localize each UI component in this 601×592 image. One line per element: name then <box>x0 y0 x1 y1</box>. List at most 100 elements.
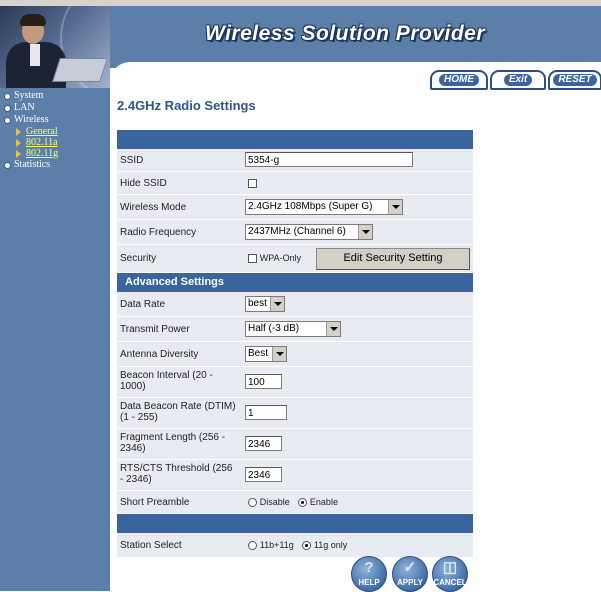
wpa-only-checkbox[interactable] <box>248 253 257 263</box>
bullet-icon <box>4 162 11 169</box>
sidebar-item-label: System <box>14 90 44 101</box>
transmit-power-select[interactable]: Half (-3 dB) <box>245 321 341 337</box>
antenna-diversity-label: Antenna Diversity <box>120 349 199 360</box>
data-rate-row: Data Rate best <box>117 292 473 317</box>
check-icon: ✓ <box>403 559 417 576</box>
apply-button[interactable]: ✓ APPLY <box>392 556 428 592</box>
transmit-power-value: Half (-3 dB) <box>248 323 300 334</box>
beacon-interval-label-line2: 1000) <box>120 381 146 392</box>
rts-threshold-row: RTS/CTS Threshold (256 - 2346) 2346 <box>117 460 473 491</box>
station-select-row: Station Select 11b+11g 11g only <box>117 533 473 558</box>
exit-tab[interactable]: Exit <box>490 70 546 90</box>
rts-threshold-input[interactable]: 2346 <box>245 467 282 482</box>
preamble-enable-radio[interactable] <box>298 497 308 507</box>
sidebar-link-80211g[interactable]: 802.11g <box>26 148 58 159</box>
ssid-label: SSID <box>120 155 144 166</box>
sidebar-item-label: Statistics <box>14 159 51 170</box>
fragment-length-label-line1: Fragment Length (256 - <box>120 432 226 443</box>
beacon-interval-label-line1: Beacon Interval (20 - <box>120 370 213 381</box>
sidebar-item-system[interactable]: System <box>0 90 110 102</box>
station-11g-only-label: 11g only <box>313 540 348 550</box>
wireless-mode-label: Wireless Mode <box>120 202 187 213</box>
chevron-down-icon <box>272 347 286 361</box>
cancel-button[interactable]: ◫ CANCEL <box>432 556 468 592</box>
dtim-input[interactable]: 1 <box>245 405 287 420</box>
preamble-enable-label: Enable <box>309 497 338 507</box>
hide-ssid-checkbox[interactable] <box>248 179 257 188</box>
dtim-label: Data Beacon Rate (DTIM) (1 - 255) <box>120 401 236 423</box>
antenna-diversity-value: Best <box>248 348 269 359</box>
preamble-disable-radio[interactable] <box>248 497 257 507</box>
table-header-bar <box>117 130 473 149</box>
hide-ssid-row: Hide SSID <box>117 172 473 195</box>
fragment-length-label: Fragment Length (256 - 2346) <box>120 432 225 454</box>
wireless-mode-select[interactable]: 2.4GHz 108Mbps (Super G) <box>245 199 403 215</box>
help-button[interactable]: ? HELP <box>351 556 387 592</box>
brand-title: Wireless Solution Provider <box>204 22 486 45</box>
station-11b11g-label: 11b+11g <box>259 540 294 550</box>
sidebar: System LAN Wireless General 802.11a 802.… <box>0 6 110 591</box>
transmit-power-row: Transmit Power Half (-3 dB) <box>117 317 473 342</box>
sidebar-item-label: Wireless <box>14 114 49 125</box>
question-icon: ? <box>364 559 374 576</box>
hide-ssid-label: Hide SSID <box>120 178 167 189</box>
rts-threshold-label: RTS/CTS Threshold (256 - 2346) <box>120 463 232 485</box>
security-row: Security WPA-Only Edit Security Setting <box>117 245 473 273</box>
edit-security-button[interactable]: Edit Security Setting <box>316 248 470 270</box>
dtim-row: Data Beacon Rate (DTIM) (1 - 255) 1 <box>117 398 473 429</box>
transmit-power-label: Transmit Power <box>120 324 190 335</box>
data-rate-label: Data Rate <box>120 299 166 310</box>
home-tab[interactable]: HOME <box>430 70 488 90</box>
sidebar-item-lan[interactable]: LAN <box>0 102 110 114</box>
radio-settings-table: SSID 5354-g Hide SSID Wireless Mode 2.4G… <box>117 130 473 558</box>
chevron-down-icon <box>358 225 372 239</box>
triangle-bullet-icon <box>16 128 21 136</box>
bullet-icon <box>4 105 11 112</box>
reset-tab[interactable]: RESET <box>548 70 601 90</box>
beacon-interval-label: Beacon Interval (20 - 1000) <box>120 370 213 392</box>
antenna-diversity-select[interactable]: Best <box>245 346 287 362</box>
home-tab-label: HOME <box>439 74 479 86</box>
data-rate-select[interactable]: best <box>245 296 285 312</box>
data-rate-value: best <box>248 298 267 309</box>
radio-frequency-select[interactable]: 2437MHz (Channel 6) <box>245 224 373 240</box>
radio-frequency-row: Radio Frequency 2437MHz (Channel 6) <box>117 220 473 245</box>
sidebar-item-wireless[interactable]: Wireless <box>0 114 110 126</box>
sidebar-item-label: LAN <box>14 102 35 113</box>
sidebar-link-80211a[interactable]: 802.11a <box>26 137 58 148</box>
station-section-bar <box>117 514 473 533</box>
banner-photo <box>0 6 110 88</box>
wpa-only-option: WPA-Only <box>248 253 301 264</box>
wireless-mode-row: Wireless Mode 2.4GHz 108Mbps (Super G) <box>117 195 473 220</box>
sidebar-link-general[interactable]: General <box>26 126 58 137</box>
dtim-label-line2: (1 - 255) <box>120 412 158 423</box>
sidebar-nav: System LAN Wireless General 802.11a 802.… <box>0 90 110 171</box>
sidebar-subitem-general: General <box>0 126 110 137</box>
header-banner: Wireless Solution Provider <box>110 6 601 68</box>
sidebar-item-statistics[interactable]: Statistics <box>0 159 110 171</box>
exit-tab-label: Exit <box>503 74 533 86</box>
trash-icon: ◫ <box>442 559 458 576</box>
fragment-length-label-line2: 2346) <box>120 443 146 454</box>
short-preamble-options: Disable Enable <box>248 497 338 508</box>
wpa-only-label: WPA-Only <box>259 253 302 263</box>
preamble-disable-label: Disable <box>259 497 290 507</box>
station-11g-only-radio[interactable] <box>302 540 312 550</box>
page-title: 2.4GHz Radio Settings <box>117 98 256 113</box>
radio-frequency-label: Radio Frequency <box>120 227 197 238</box>
bullet-icon <box>4 117 11 124</box>
help-label: HELP <box>358 578 380 587</box>
beacon-interval-input[interactable]: 100 <box>245 374 282 389</box>
station-select-label: Station Select <box>120 540 182 551</box>
security-label: Security <box>120 253 157 264</box>
triangle-bullet-icon <box>16 139 21 147</box>
fragment-length-input[interactable]: 2346 <box>245 436 282 451</box>
ssid-input[interactable]: 5354-g <box>245 152 413 167</box>
reset-tab-label: RESET <box>553 74 597 86</box>
short-preamble-label: Short Preamble <box>120 497 190 508</box>
rts-threshold-label-line2: - 2346) <box>120 474 152 485</box>
short-preamble-row: Short Preamble Disable Enable <box>117 491 473 514</box>
chevron-down-icon <box>326 322 340 336</box>
station-select-options: 11b+11g 11g only <box>248 540 347 551</box>
station-11b11g-radio[interactable] <box>248 540 257 550</box>
